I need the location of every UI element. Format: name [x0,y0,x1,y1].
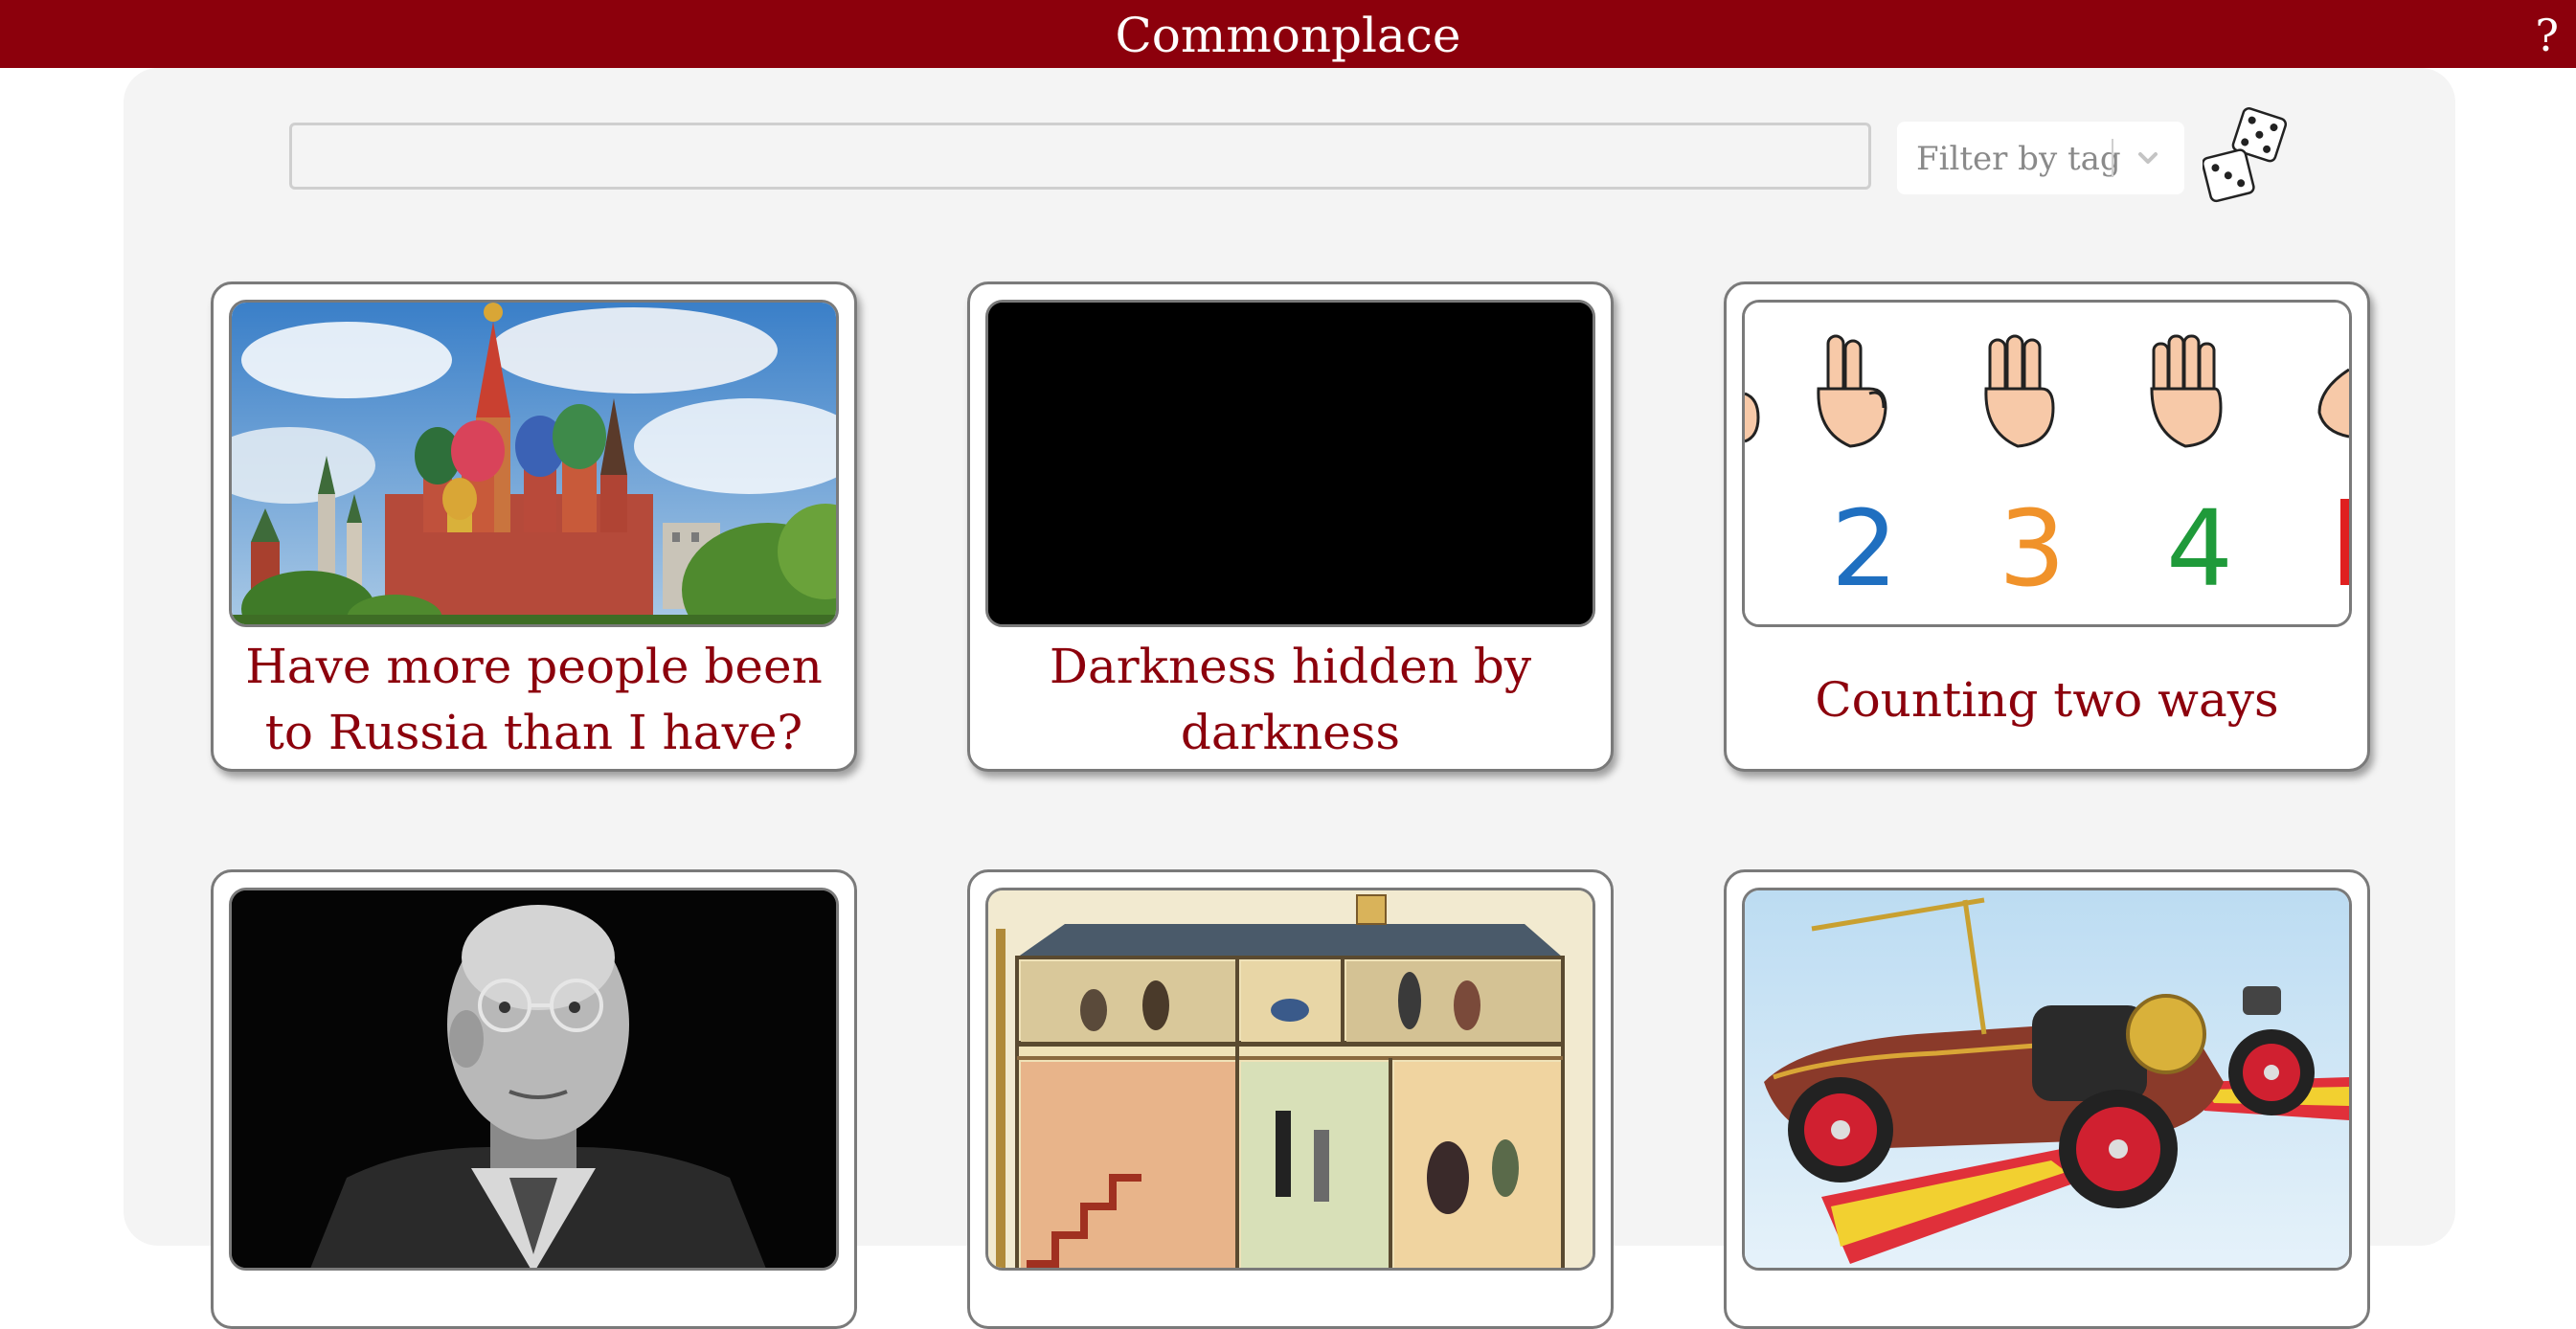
chevron-down-icon[interactable] [2119,122,2177,194]
tag-filter-select[interactable]: Filter by tag [1897,122,2184,194]
card-thumbnail-black [985,300,1595,627]
note-card[interactable]: Have more people been to Russia than I h… [211,282,857,772]
card-thumbnail-flying-car [1742,888,2352,1271]
note-card[interactable] [1724,869,2370,1329]
card-title: Darkness hidden by darkness [1049,639,1532,760]
card-thumbnail-portrait [229,888,839,1271]
card-title: Have more people been to Russia than I h… [245,639,823,760]
note-card[interactable] [211,869,857,1329]
note-card[interactable]: 2 3 4 Counting two ways [1724,282,2370,772]
card-thumbnail-house [985,888,1595,1271]
counting-number-2: 2 [1831,487,1898,610]
note-card[interactable] [967,869,1614,1329]
counting-number-4: 4 [2166,487,2233,610]
top-bar: Commonplace ? [0,0,2576,68]
dice-icon[interactable] [2201,107,2289,207]
card-thumbnail-counting: 2 3 4 [1742,300,2352,627]
counting-number-3: 3 [1999,487,2066,610]
tag-filter-placeholder: Filter by tag [1916,140,2121,178]
card-title: Counting two ways [1815,671,2279,728]
app-title: Commonplace [1115,8,1461,63]
note-card[interactable]: Darkness hidden by darkness [967,282,1614,772]
help-button[interactable]: ? [2535,0,2559,68]
card-thumbnail-st-basils [229,300,839,627]
tag-filter-separator [2112,139,2113,177]
search-input[interactable] [289,123,1871,190]
